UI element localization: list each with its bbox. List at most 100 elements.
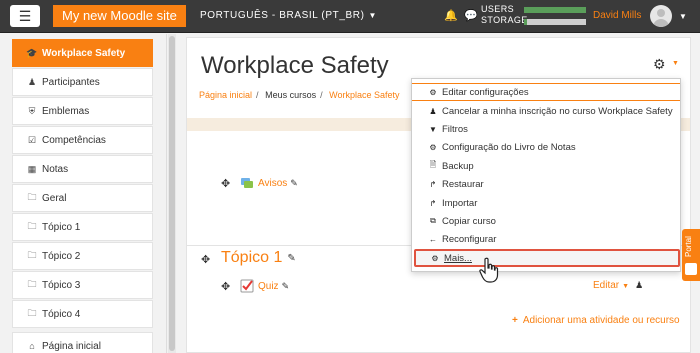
menu-item-label: Importar <box>442 197 478 209</box>
add-activity-link[interactable]: + Adicionar uma atividade ou recurso <box>512 315 680 326</box>
menu-item-import[interactable]: ↱ Importar <box>412 194 680 212</box>
sidebar-item-topic-2[interactable]: 🗀 Tópico 2 <box>12 242 153 270</box>
sidebar-item-topic-3[interactable]: 🗀 Tópico 3 <box>12 271 153 299</box>
folder-icon: 🗀 <box>27 221 37 231</box>
hamburger-icon[interactable]: ☰ <box>10 5 40 27</box>
activity-quiz[interactable]: Quiz ✎ <box>240 279 289 293</box>
activity-forum[interactable]: Avisos ✎ <box>240 176 298 190</box>
sidebar-item-label: Tópico 1 <box>42 221 81 233</box>
gear-icon: ⚙ <box>429 87 437 97</box>
menu-item-gradebook-setup[interactable]: ⚙ Configuração do Livro de Notas <box>412 138 680 156</box>
message-icon[interactable]: 💬 <box>464 9 478 22</box>
menu-item-label: Restaurar <box>442 178 484 190</box>
sidebar-item-topic-1[interactable]: 🗀 Tópico 1 <box>12 213 153 241</box>
portal-label: Portal <box>684 236 693 257</box>
users-label: USERS <box>481 4 515 14</box>
pencil-icon[interactable]: ✎ <box>290 178 298 189</box>
checkbox-icon: ☑ <box>27 134 37 145</box>
filter-icon: ▼ <box>429 124 437 134</box>
user-menu-caret-icon[interactable]: ▼ <box>679 12 687 21</box>
sidebar-item-course[interactable]: 🎓 Workplace Safety <box>12 39 153 67</box>
sidebar-scrollbar[interactable] <box>168 34 176 353</box>
gear-icon: ⚙ <box>431 253 439 263</box>
pencil-icon[interactable]: ✎ <box>282 281 290 292</box>
move-icon[interactable]: ✥ <box>221 280 230 293</box>
breadcrumb-course[interactable]: Workplace Safety <box>329 90 399 100</box>
menu-item-backup[interactable]: 🗎 Backup <box>412 157 680 175</box>
breadcrumb: Página inicial / Meus cursos / Workplace S… <box>199 90 400 100</box>
menu-item-more[interactable]: ⚙ Mais... <box>414 249 680 267</box>
hand-cursor-icon <box>479 257 499 283</box>
activity-quiz-label: Quiz <box>258 280 279 292</box>
file-icon: 🗎 <box>429 160 437 169</box>
storage-label: STORAGE <box>481 15 528 25</box>
avatar[interactable] <box>650 5 672 27</box>
sidebar-item-label: Competências <box>42 134 106 146</box>
menu-item-label: Backup <box>442 160 474 172</box>
sidebar-item-competencies[interactable]: ☑ Competências <box>12 126 153 154</box>
person-icon[interactable]: ♟ <box>635 280 643 290</box>
breadcrumb-home[interactable]: Página inicial <box>199 90 252 100</box>
sidebar-item-label: Tópico 4 <box>42 308 81 320</box>
menu-item-label: Copiar curso <box>442 215 496 227</box>
section-title: Tópico 1 ✎ <box>221 249 296 267</box>
portal-avatar <box>685 263 697 275</box>
language-selector[interactable]: PORTUGUÊS - BRASIL (PT_BR) ▼ <box>200 10 377 21</box>
menu-item-label: Configuração do Livro de Notas <box>442 141 576 153</box>
gear-icon[interactable]: ⚙ <box>653 56 666 73</box>
menu-item-label: Filtros <box>442 123 468 135</box>
menu-item-unenrol[interactable]: ♟ Cancelar a minha inscrição no curso Wor… <box>412 102 680 120</box>
caret-down-icon: ▼ <box>622 283 630 290</box>
caret-down-icon[interactable]: ▼ <box>672 60 679 67</box>
edit-menu[interactable]: Editar ▼ ♟ <box>593 280 643 291</box>
users-icon: ♟ <box>27 76 37 87</box>
home-icon: ⌂ <box>29 341 35 351</box>
menu-item-label: Cancelar a minha inscrição no curso Work… <box>442 105 673 117</box>
sidebar-item-topic-4[interactable]: 🗀 Tópico 4 <box>12 300 153 328</box>
sidebar-item-label: Tópico 3 <box>42 279 81 291</box>
course-admin-dropdown: ⚙ Editar configurações ♟ Cancelar a minha … <box>411 78 681 272</box>
sidebar-item-home[interactable]: ⌂ Página inicial <box>12 332 153 353</box>
plus-icon: + <box>512 315 518 326</box>
sidebar-item-label: Página inicial <box>42 340 101 352</box>
sidebar-item-label: Notas <box>42 163 69 175</box>
sidebar-item-badges[interactable]: ⛨ Emblemas <box>12 97 153 125</box>
menu-item-reset[interactable]: ← Reconfigurar <box>412 230 680 248</box>
menu-item-copy-course[interactable]: ⧉ Copiar curso <box>412 212 680 230</box>
pencil-icon[interactable]: ✎ <box>287 253 295 264</box>
sidebar-item-label: Participantes <box>42 76 100 88</box>
arrow-left-icon: ← <box>429 234 437 244</box>
sidebar: 🎓 Workplace Safety ♟ Participantes ⛨ Emblem… <box>0 34 167 353</box>
sidebar-item-label: Tópico 2 <box>42 250 81 262</box>
language-label: PORTUGUÊS - BRASIL (PT_BR) <box>200 10 365 21</box>
users-bar <box>524 7 586 13</box>
move-icon[interactable]: ✥ <box>201 253 210 266</box>
copy-icon: ⧉ <box>430 216 436 225</box>
move-icon[interactable]: ✥ <box>221 177 230 190</box>
level-up-icon: ↱ <box>429 179 437 189</box>
sidebar-item-participants[interactable]: ♟ Participantes <box>12 68 153 96</box>
bell-icon[interactable]: 🔔 <box>444 9 458 22</box>
page-title: Workplace Safety <box>201 52 389 79</box>
top-navbar: ☰ My new Moodle site PORTUGUÊS - BRASIL … <box>0 0 700 33</box>
sidebar-item-grades[interactable]: ▦ Notas <box>12 155 153 183</box>
menu-item-edit-settings[interactable]: ⚙ Editar configurações <box>412 83 680 101</box>
breadcrumb-my-courses[interactable]: Meus cursos <box>265 90 316 100</box>
folder-icon: 🗀 <box>27 279 37 289</box>
section-title-label: Tópico 1 <box>221 249 283 266</box>
level-up-icon: ↱ <box>429 198 437 208</box>
menu-item-filters[interactable]: ▼ Filtros <box>412 120 680 138</box>
users-bar-fill <box>524 7 586 13</box>
add-activity-label: Adicionar uma atividade ou recurso <box>522 315 680 326</box>
site-name-link[interactable]: My new Moodle site <box>53 5 186 27</box>
sidebar-item-general[interactable]: 🗀 Geral <box>12 184 153 212</box>
folder-icon: 🗀 <box>27 308 37 318</box>
menu-item-label: Editar configurações <box>442 86 529 98</box>
scrollbar-thumb[interactable] <box>169 36 175 351</box>
user-name-link[interactable]: David Mills <box>593 10 641 21</box>
sidebar-item-label: Geral <box>42 192 67 204</box>
quiz-icon <box>240 279 254 293</box>
menu-item-restore[interactable]: ↱ Restaurar <box>412 175 680 193</box>
portal-tab[interactable]: Portal <box>682 229 700 281</box>
edit-label: Editar <box>593 280 620 291</box>
